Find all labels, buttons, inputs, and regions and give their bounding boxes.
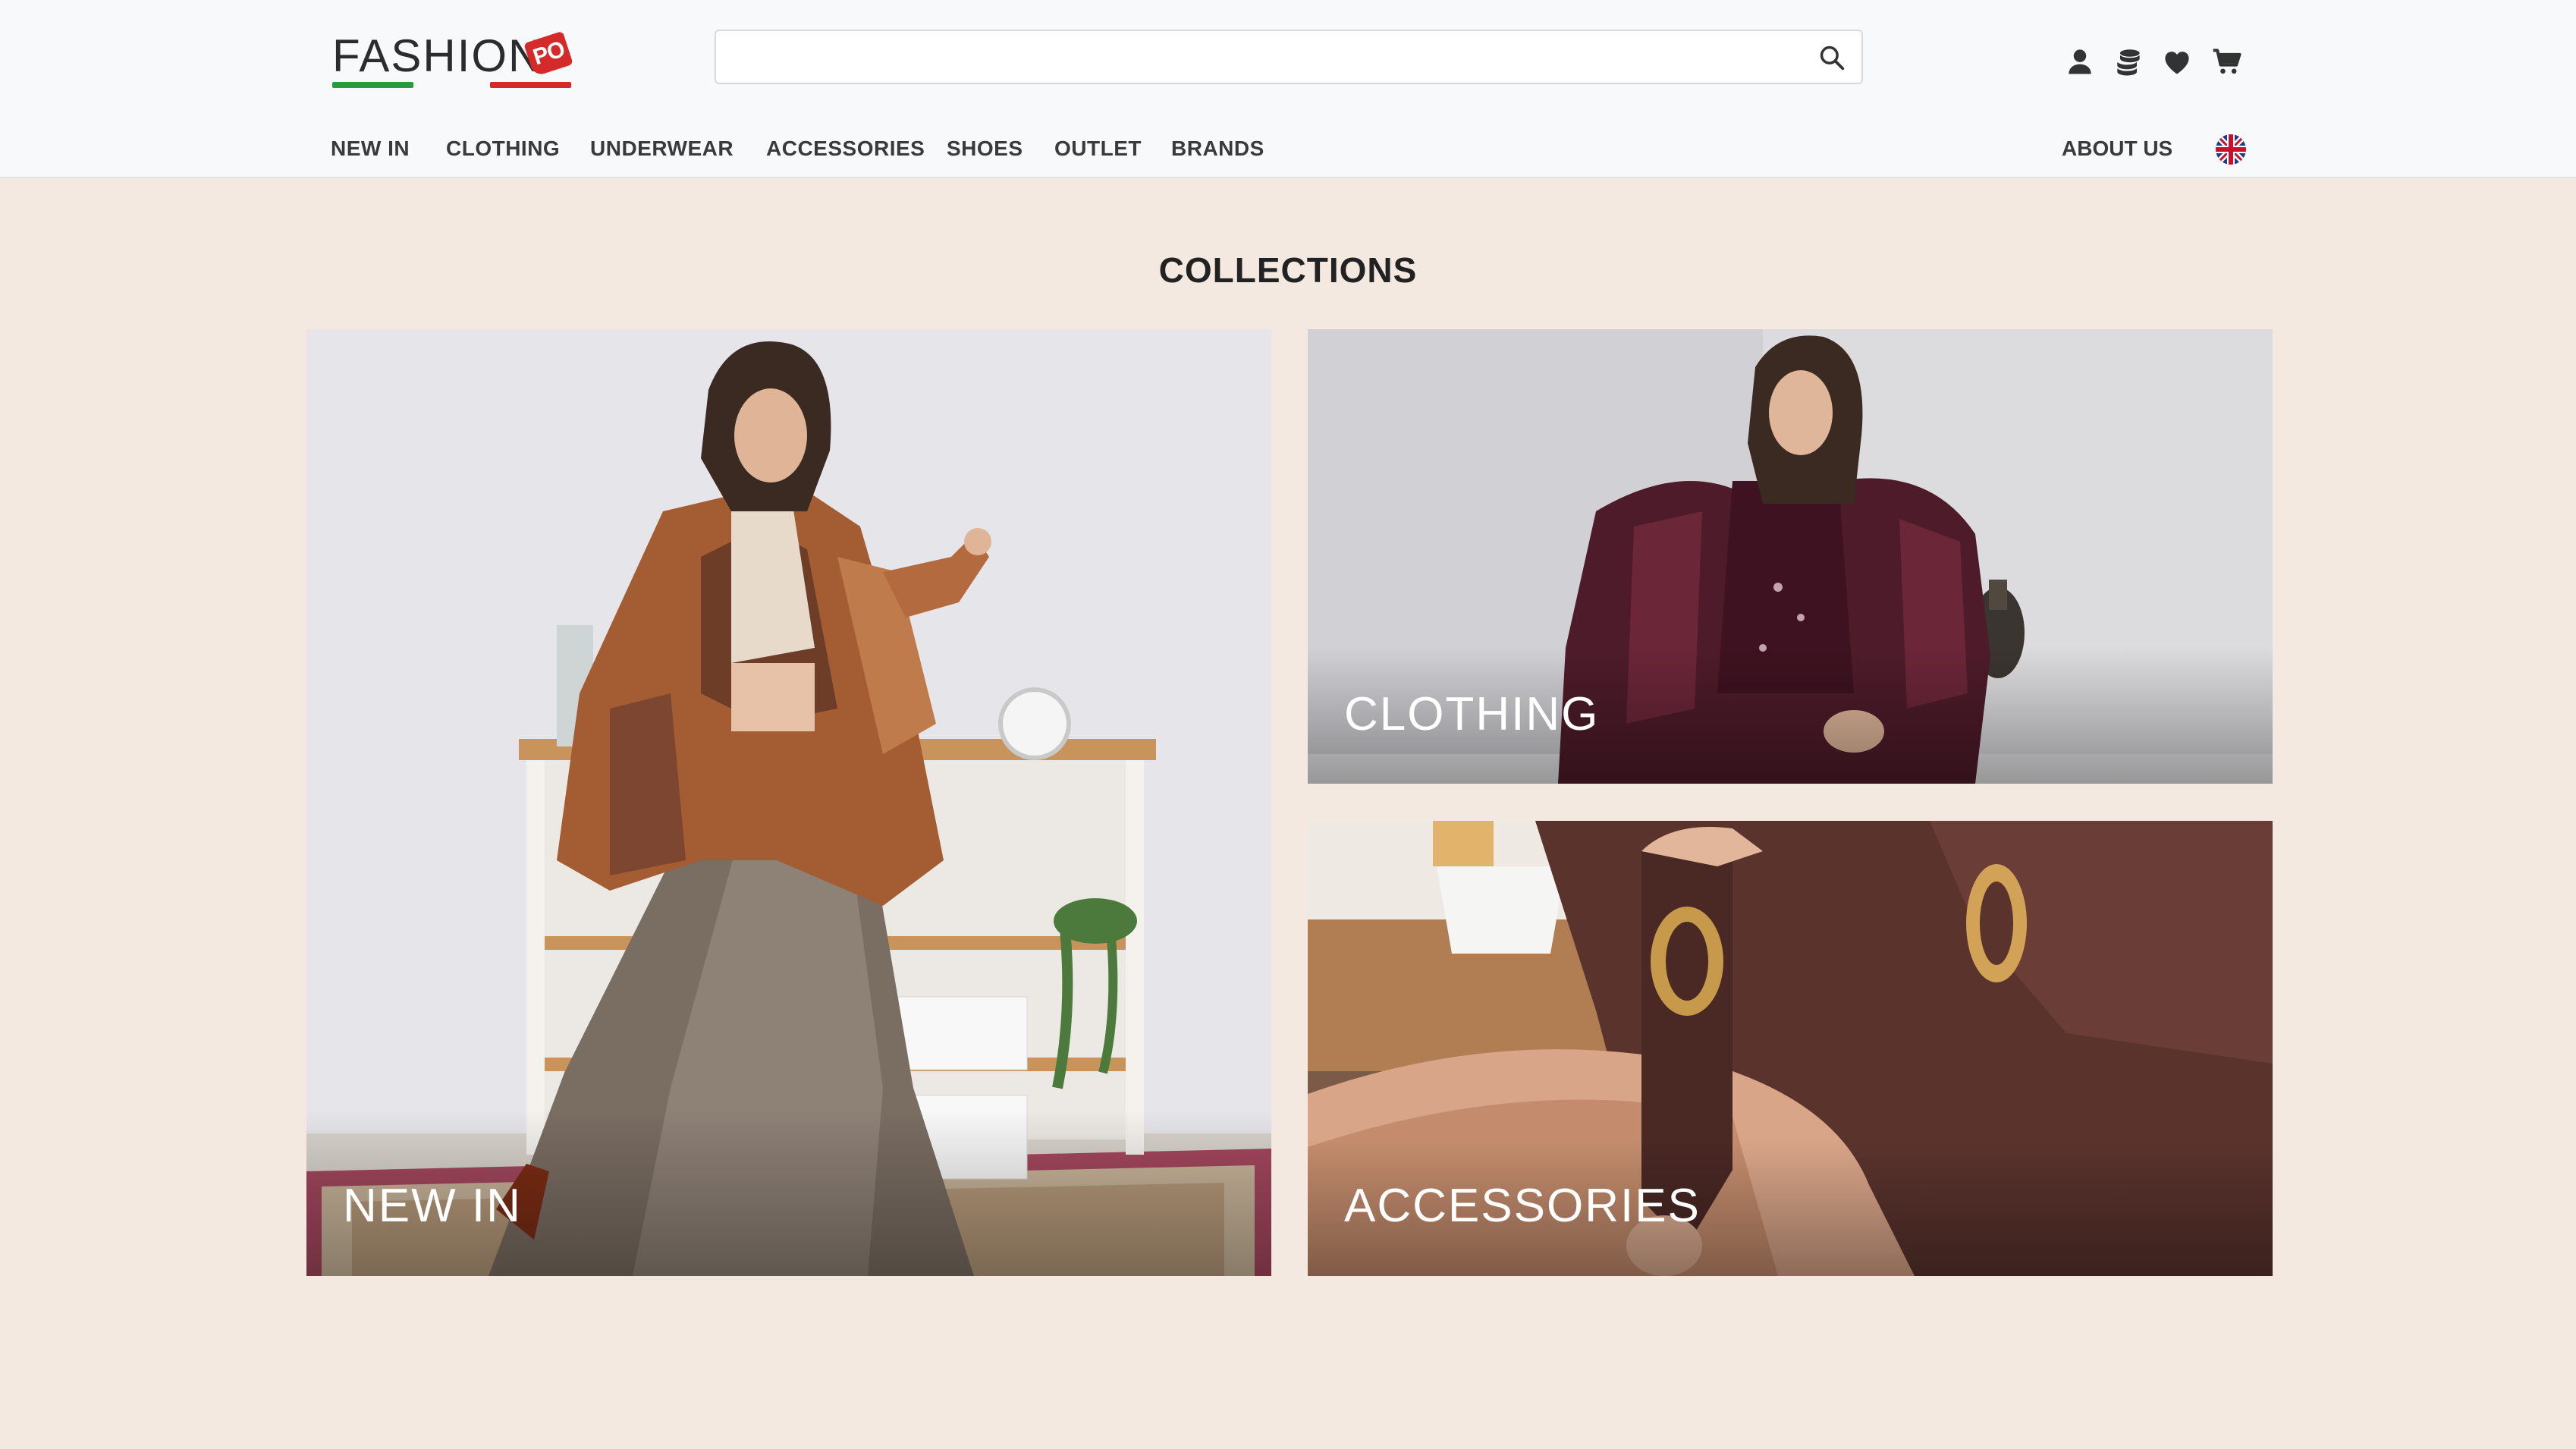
logo-tag-text: PO (529, 36, 568, 71)
search-icon[interactable] (1817, 43, 1846, 72)
search-input[interactable] (728, 39, 1793, 77)
search-box (715, 30, 1863, 84)
collection-label-accessories: ACCESSORIES (1344, 1180, 1701, 1232)
nav-shoes[interactable]: SHOES (947, 137, 1023, 161)
cart-icon[interactable] (2210, 44, 2244, 79)
logo-green-bar (332, 82, 413, 88)
user-icon[interactable] (2063, 44, 2097, 79)
logo-red-bar (490, 82, 571, 88)
nav-brands[interactable]: BRANDS (1171, 137, 1264, 161)
fashionpo-logo[interactable]: FASHION PO (332, 30, 575, 91)
nav-about-us[interactable]: ABOUT US (2062, 137, 2172, 161)
heart-icon[interactable] (2160, 44, 2194, 79)
collection-card-accessories[interactable]: ACCESSORIES (1308, 821, 2273, 1276)
collection-card-new-in[interactable]: NEW IN (306, 329, 1271, 1276)
collection-card-clothing[interactable]: CLOTHING (1308, 329, 2273, 784)
nav-clothing[interactable]: CLOTHING (446, 137, 560, 161)
page-title: COLLECTIONS (1158, 250, 1418, 290)
nav-accessories[interactable]: ACCESSORIES (766, 137, 925, 161)
nav-underwear[interactable]: UNDERWEAR (590, 137, 734, 161)
logo-text: FASHION (332, 30, 543, 81)
collection-label-clothing: CLOTHING (1344, 688, 1600, 740)
nav-new-in[interactable]: NEW IN (331, 137, 410, 161)
coins-icon[interactable] (2112, 44, 2145, 79)
collection-label-new-in: NEW IN (343, 1180, 522, 1232)
uk-flag-icon[interactable] (2216, 134, 2246, 165)
nav-outlet[interactable]: OUTLET (1054, 137, 1142, 161)
site-header: FASHION PO NEW IN CLOTHING UNDERWEAR ACC… (0, 0, 2576, 178)
